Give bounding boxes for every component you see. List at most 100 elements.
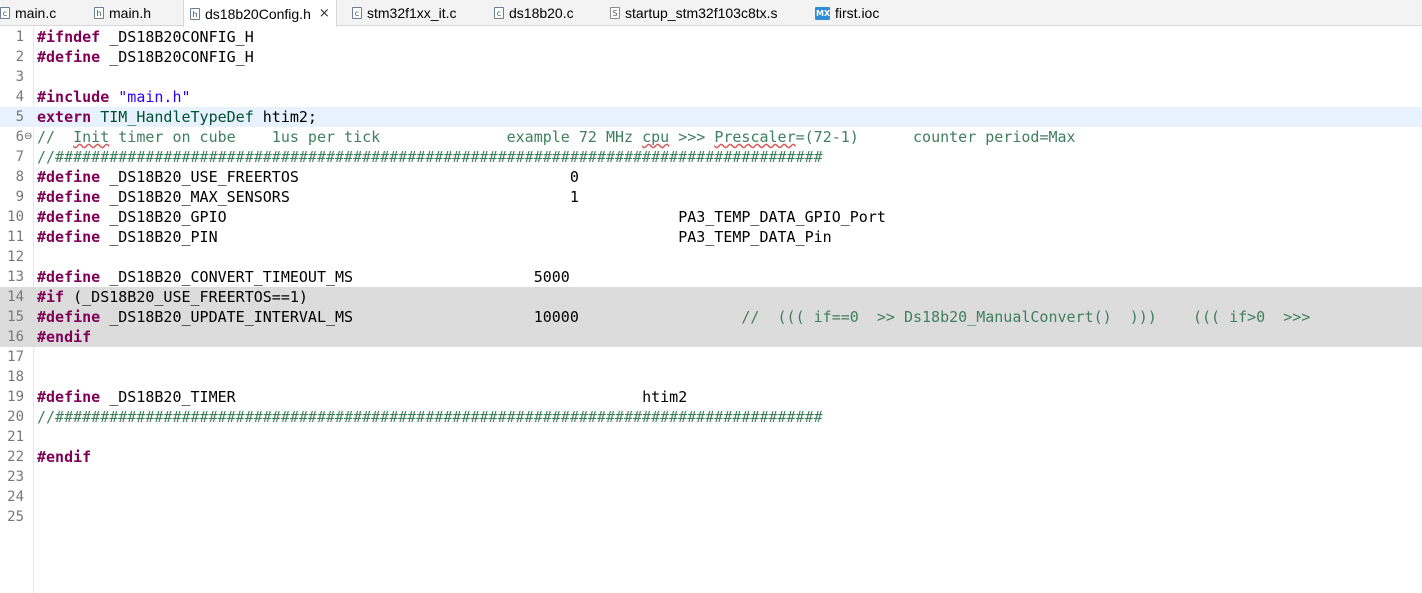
code-editor[interactable]: 1 #ifndef _DS18B20CONFIG_H 2 #define _DS… (0, 27, 1422, 593)
code-line: 7 //####################################… (0, 147, 1422, 167)
h-file-icon: h (190, 7, 200, 20)
keyword: #define (37, 228, 101, 246)
line-number: 10 (7, 209, 24, 225)
line-number: 7 (15, 149, 24, 165)
line-number: 14 (7, 289, 24, 305)
keyword: #ifndef (37, 28, 101, 46)
tab-label: first.ioc (835, 5, 880, 21)
comment-text: >>> (669, 128, 715, 146)
code-text: _DS18B20CONFIG_H (100, 48, 254, 66)
inactive-code-line: 15 #define _DS18B20_UPDATE_INTERVAL_MS 1… (0, 307, 1422, 327)
line-number: 6 (15, 129, 24, 145)
code-text: _DS18B20_USE_FREERTOS 0 (100, 168, 579, 186)
line-number: 16 (7, 329, 24, 345)
spell-error-text: Init (73, 128, 110, 146)
line-number: 24 (7, 489, 24, 505)
close-icon[interactable]: × (319, 6, 330, 21)
c-file-icon: c (0, 7, 10, 19)
code-text: _DS18B20CONFIG_H (100, 28, 254, 46)
comment-text: // (37, 128, 74, 146)
line-number: 15 (7, 309, 24, 325)
code-line: 4 #include "main.h" (0, 87, 1422, 107)
code-text: _DS18B20_GPIO PA3_TEMP_DATA_GPIO_Port (100, 208, 886, 226)
line-number: 9 (15, 189, 24, 205)
comment-text: =(72-1) counter period=Max (795, 128, 1076, 146)
fold-collapse-icon[interactable]: ⊖ (24, 127, 32, 147)
keyword: #define (37, 388, 101, 406)
tab-main-c[interactable]: c main.c (0, 0, 56, 26)
tab-startup-s[interactable]: S startup_stm32f103c8tx.s (610, 0, 778, 26)
code-line: 11 #define _DS18B20_PIN PA3_TEMP_DATA_Pi… (0, 227, 1422, 247)
code-text: (_DS18B20_USE_FREERTOS==1) (64, 288, 308, 306)
keyword: #define (37, 48, 101, 66)
string-literal: "main.h" (118, 88, 191, 106)
tab-label: stm32f1xx_it.c (367, 5, 457, 21)
code-line: 19 #define _DS18B20_TIMER htim2 (0, 387, 1422, 407)
tab-label: startup_stm32f103c8tx.s (625, 5, 778, 21)
line-number: 5 (15, 109, 24, 125)
keyword: #define (37, 268, 101, 286)
editor-tab-bar: c main.c h main.h h ds18b20Config.h × c … (0, 0, 1422, 27)
code-line: 6 ⊖ // Init timer on cube 1us per tick e… (0, 127, 1422, 147)
s-file-icon: S (610, 7, 620, 19)
code-line: 2 #define _DS18B20CONFIG_H (0, 47, 1422, 67)
code-line: 17 (0, 347, 1422, 367)
code-text: _DS18B20_UPDATE_INTERVAL_MS 10000 (100, 308, 742, 326)
line-number: 4 (15, 89, 24, 105)
code-line: 23 (0, 467, 1422, 487)
keyword: #define (37, 168, 101, 186)
line-number: 18 (7, 369, 24, 385)
keyword: #define (37, 208, 101, 226)
keyword: #endif (37, 448, 92, 466)
inactive-code-line: 14 #if (_DS18B20_USE_FREERTOS==1) (0, 287, 1422, 307)
tab-first-ioc[interactable]: MX first.ioc (815, 0, 879, 26)
keyword: #define (37, 308, 101, 326)
comment-text: //######################################… (37, 408, 823, 426)
line-number: 21 (7, 429, 24, 445)
code-text: _DS18B20_MAX_SENSORS 1 (100, 188, 579, 206)
code-line: 24 (0, 487, 1422, 507)
line-number: 1 (15, 29, 24, 45)
code-line: 18 (0, 367, 1422, 387)
type-name: TIM_HandleTypeDef (100, 108, 254, 126)
h-file-icon: h (94, 7, 104, 19)
line-number: 13 (7, 269, 24, 285)
line-number: 19 (7, 389, 24, 405)
keyword: #include (37, 88, 110, 106)
code-line: 20 //###################################… (0, 407, 1422, 427)
tab-ds18b20-c[interactable]: c ds18b20.c (494, 0, 574, 26)
c-file-icon: c (352, 7, 362, 19)
code-line: 10 #define _DS18B20_GPIO PA3_TEMP_DATA_G… (0, 207, 1422, 227)
spell-error-text: Prescaler (714, 128, 796, 146)
code-text: _DS18B20_TIMER htim2 (100, 388, 688, 406)
c-file-icon: c (494, 7, 504, 19)
code-line: 22 #endif (0, 447, 1422, 467)
line-number: 22 (7, 449, 24, 465)
tab-label: main.h (109, 5, 152, 21)
line-number: 17 (7, 349, 24, 365)
line-number: 20 (7, 409, 24, 425)
tab-label: main.c (15, 5, 57, 21)
line-number: 3 (15, 69, 24, 85)
tab-stm32f1xx-it-c[interactable]: c stm32f1xx_it.c (352, 0, 456, 26)
keyword: extern (37, 108, 92, 126)
tab-main-h[interactable]: h main.h (94, 0, 151, 26)
code-line: 12 (0, 247, 1422, 267)
code-line: 25 (0, 507, 1422, 527)
line-number: 2 (15, 49, 24, 65)
code-line: 21 (0, 427, 1422, 447)
comment-text: //######################################… (37, 148, 823, 166)
line-number: 25 (7, 509, 24, 525)
comment-text: timer on cube 1us per tick example 72 MH… (109, 128, 643, 146)
tab-ds18b20config-h[interactable]: h ds18b20Config.h × (183, 0, 337, 27)
code-line: 1 #ifndef _DS18B20CONFIG_H (0, 27, 1422, 47)
tab-label: ds18b20Config.h (205, 5, 311, 22)
tab-label: ds18b20.c (509, 5, 574, 21)
keyword: #endif (37, 328, 92, 346)
line-number: 11 (7, 229, 24, 245)
spell-error-text: cpu (642, 128, 670, 146)
mx-file-icon: MX (815, 6, 831, 20)
code-line: 3 (0, 67, 1422, 87)
